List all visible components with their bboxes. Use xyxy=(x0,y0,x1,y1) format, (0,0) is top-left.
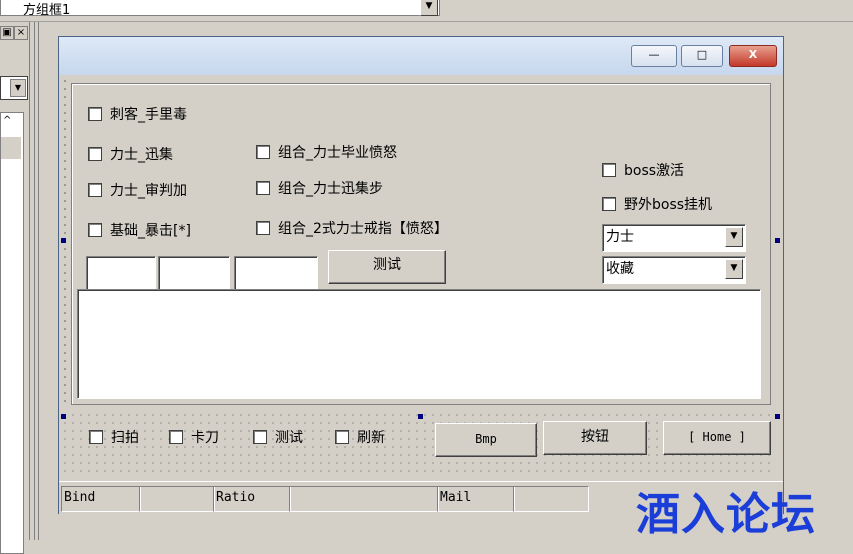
checkbox-field-boss[interactable]: 野外boss挂机 xyxy=(602,194,712,214)
class-select[interactable]: 力士 ▼ xyxy=(602,224,746,252)
status-pane-bind: Bind xyxy=(61,486,141,512)
checkbox-jichu-baoji[interactable]: 基础_暴击[*] xyxy=(88,220,191,240)
checkbox-cike[interactable]: 刺客_手里毒 xyxy=(88,104,187,124)
checkbox-box[interactable] xyxy=(256,145,270,159)
checkbox-saopai[interactable]: 扫拍 xyxy=(89,427,139,447)
selection-handle[interactable] xyxy=(775,238,780,243)
minimize-button[interactable]: — xyxy=(631,45,677,67)
checkbox-boss-activate[interactable]: boss激活 xyxy=(602,160,684,180)
status-pane-mail: Mail xyxy=(437,486,515,512)
splitter-edge xyxy=(38,22,39,540)
checkbox-box[interactable] xyxy=(253,430,267,444)
checkbox-label: boss激活 xyxy=(624,163,685,179)
input-1[interactable] xyxy=(86,256,156,290)
maximize-button[interactable]: □ xyxy=(681,45,723,67)
favorite-select-value: 收藏 xyxy=(606,261,634,277)
checkbox-test[interactable]: 测试 xyxy=(253,427,303,447)
checkbox-box[interactable] xyxy=(335,430,349,444)
checkbox-box[interactable] xyxy=(88,147,102,161)
checkbox-label: 刺客_手里毒 xyxy=(110,107,187,123)
splitter[interactable] xyxy=(34,22,35,540)
checkbox-refresh[interactable]: 刷新 xyxy=(335,427,385,447)
checkbox-label: 组合_力士毕业愤怒 xyxy=(278,145,397,161)
close-button[interactable]: X xyxy=(729,45,777,67)
checkbox-box[interactable] xyxy=(89,430,103,444)
status-pane-ratio: Ratio xyxy=(213,486,291,512)
checkbox-box[interactable] xyxy=(256,221,270,235)
checkbox-label: 基础_暴击[*] xyxy=(110,223,191,239)
selection-handle[interactable] xyxy=(775,414,780,419)
checkbox-box[interactable] xyxy=(169,430,183,444)
checkbox-lishi-xunji[interactable]: 力士_迅集 xyxy=(88,144,173,164)
input-2[interactable] xyxy=(158,256,230,290)
checkbox-label: 组合_2式力士戒指【愤怒】 xyxy=(278,221,448,237)
property-object-combo[interactable]: ▼ xyxy=(0,76,28,100)
checkbox-label: 扫拍 xyxy=(111,430,139,446)
ide-toolbar: 方组框1 ▼ xyxy=(0,0,853,22)
checkbox-label: 测试 xyxy=(275,430,303,446)
status-pane-empty-1 xyxy=(139,486,215,512)
checkbox-label: 力士_审判加 xyxy=(110,183,187,199)
class-select-value: 力士 xyxy=(606,229,634,245)
chevron-down-icon[interactable]: ▼ xyxy=(10,79,26,97)
checkbox-label: 刷新 xyxy=(357,430,385,446)
selection-handle[interactable] xyxy=(61,414,66,419)
checkbox-lishi-shenpan[interactable]: 力士_审判加 xyxy=(88,180,187,200)
checkbox-box[interactable] xyxy=(256,181,270,195)
property-row-selected[interactable] xyxy=(1,137,21,159)
form-titlebar[interactable]: — □ X xyxy=(59,37,783,75)
component-selector[interactable]: 方组框1 ▼ xyxy=(0,0,440,18)
chevron-down-icon[interactable]: ▼ xyxy=(420,0,438,16)
log-textarea[interactable] xyxy=(77,289,761,399)
checkbox-combo-biye[interactable]: 组合_力士毕业愤怒 xyxy=(256,142,397,162)
chevron-down-icon[interactable]: ▼ xyxy=(725,227,743,247)
chevron-down-icon[interactable]: ▼ xyxy=(725,259,743,279)
checkbox-label: 力士_迅集 xyxy=(110,147,173,163)
input-3[interactable] xyxy=(234,256,318,290)
home-button[interactable]: [ Home ] xyxy=(663,421,771,455)
checkbox-box[interactable] xyxy=(88,223,102,237)
checkbox-combo-jiezhi[interactable]: 组合_2式力士戒指【愤怒】 xyxy=(256,218,448,238)
component-selector-value: 方组框1 xyxy=(23,3,71,18)
form-window[interactable]: — □ X 刺客_手里毒 力士_迅集 力士_审判加 基础_暴击[*] 组合_力士… xyxy=(58,36,784,514)
pin-icon[interactable]: ▣ xyxy=(0,26,14,40)
favorite-select[interactable]: 收藏 ▼ xyxy=(602,256,746,284)
selection-handle[interactable] xyxy=(418,414,423,419)
anniu-button[interactable]: 按钮 xyxy=(543,421,647,455)
checkbox-combo-xunjibu[interactable]: 组合_力士迅集步 xyxy=(256,178,383,198)
watermark: 酒入论坛 xyxy=(636,489,816,540)
checkbox-kadao[interactable]: 卡刀 xyxy=(169,427,219,447)
property-list[interactable]: ^ xyxy=(0,112,24,554)
status-pane-empty-2 xyxy=(289,486,439,512)
checkbox-box[interactable] xyxy=(602,163,616,177)
checkbox-label: 野外boss挂机 xyxy=(624,197,713,213)
close-icon[interactable]: × xyxy=(14,26,28,40)
selection-handle[interactable] xyxy=(61,238,66,243)
test-button[interactable]: 测试 xyxy=(328,250,446,284)
checkbox-label: 卡刀 xyxy=(191,430,219,446)
property-panel: ▣ × ▼ ^ xyxy=(0,22,30,554)
checkbox-label: 组合_力士迅集步 xyxy=(278,181,383,197)
status-pane-empty-3 xyxy=(513,486,589,512)
checkbox-box[interactable] xyxy=(88,183,102,197)
chevron-up-icon[interactable]: ^ xyxy=(3,115,11,126)
checkbox-box[interactable] xyxy=(602,197,616,211)
checkbox-box[interactable] xyxy=(88,107,102,121)
bmp-button[interactable]: Bmp xyxy=(435,423,537,457)
